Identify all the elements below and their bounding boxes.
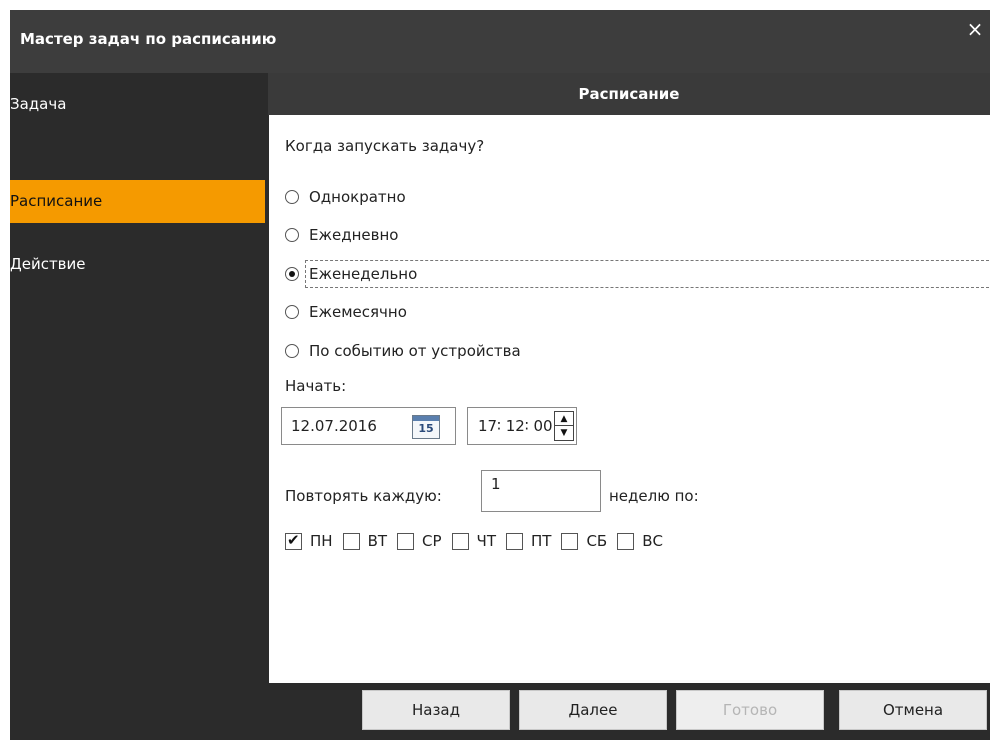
titlebar: Мастер задач по расписанию × bbox=[10, 10, 990, 73]
date-picker[interactable]: 12.07.2016 15 bbox=[281, 407, 456, 445]
calendar-icon-day: 15 bbox=[418, 422, 434, 435]
day-sat-label: СБ bbox=[586, 532, 608, 550]
time-value[interactable]: 17∶ 12∶ 00 bbox=[478, 417, 553, 435]
spin-up-icon[interactable]: ▲ bbox=[555, 412, 573, 426]
radio-daily-label: Ежедневно bbox=[309, 226, 399, 244]
day-mon-label: ПН bbox=[310, 532, 333, 550]
day-wed-label: СР bbox=[422, 532, 442, 550]
day-fri-checkbox[interactable] bbox=[506, 532, 523, 550]
day-sun-checkbox[interactable] bbox=[617, 532, 635, 550]
day-tue-checkbox[interactable] bbox=[342, 532, 360, 550]
day-sat[interactable]: СБ bbox=[561, 532, 607, 550]
radio-once-button[interactable] bbox=[285, 190, 299, 204]
sidebar-item-task[interactable]: Задача bbox=[10, 83, 265, 126]
wizard-window: Мастер задач по расписанию × Задача Расп… bbox=[10, 10, 990, 740]
sidebar-item-schedule[interactable]: Расписание bbox=[10, 180, 265, 223]
back-button[interactable]: Назад bbox=[362, 690, 510, 730]
finish-button[interactable]: Готово bbox=[676, 690, 824, 730]
radio-once[interactable]: Однократно bbox=[285, 185, 406, 209]
repeat-interval-input[interactable] bbox=[481, 470, 601, 512]
day-thu[interactable]: ЧТ bbox=[451, 532, 496, 550]
cancel-button[interactable]: Отмена bbox=[839, 690, 987, 730]
day-wed[interactable]: СР bbox=[397, 532, 442, 550]
radio-monthly-label: Ежемесячно bbox=[309, 303, 407, 321]
radio-weekly-button[interactable] bbox=[285, 267, 299, 281]
repeat-label: Повторять каждую: bbox=[285, 487, 442, 505]
radio-weekly[interactable]: Еженедельно bbox=[285, 262, 417, 286]
radio-daily[interactable]: Ежедневно bbox=[285, 223, 398, 247]
sidebar: Задача Расписание Действие bbox=[10, 73, 268, 740]
radio-monthly-button[interactable] bbox=[285, 305, 299, 319]
day-sat-checkbox[interactable] bbox=[561, 532, 579, 550]
time-spinner[interactable]: ▲ ▼ bbox=[554, 411, 574, 441]
day-sun-label: ВС bbox=[642, 532, 663, 550]
schedule-panel: Когда запускать задачу? Однократно Ежедн… bbox=[269, 115, 990, 683]
radio-weekly-label: Еженедельно bbox=[309, 265, 418, 283]
start-label: Начать: bbox=[285, 377, 347, 395]
day-sun[interactable]: ВС bbox=[617, 532, 663, 550]
radio-device-event-label: По событию от устройства bbox=[309, 342, 521, 360]
day-fri[interactable]: ПТ bbox=[506, 532, 551, 550]
schedule-question: Когда запускать задачу? bbox=[285, 137, 485, 155]
day-tue-label: ВТ bbox=[367, 532, 388, 550]
day-wed-checkbox[interactable] bbox=[397, 532, 415, 550]
radio-monthly[interactable]: Ежемесячно bbox=[285, 300, 407, 324]
date-value[interactable]: 12.07.2016 bbox=[291, 417, 377, 435]
calendar-icon[interactable]: 15 bbox=[412, 415, 440, 439]
weekday-list: ПН ВТ СР ЧТ ПТ СБ ВС bbox=[285, 529, 673, 553]
radio-once-label: Однократно bbox=[309, 188, 406, 206]
window-title: Мастер задач по расписанию bbox=[20, 30, 277, 48]
spin-down-icon[interactable]: ▼ bbox=[555, 426, 573, 440]
next-button[interactable]: Далее bbox=[519, 690, 667, 730]
day-mon[interactable]: ПН bbox=[285, 531, 333, 550]
section-title: Расписание bbox=[268, 73, 990, 115]
day-tue[interactable]: ВТ bbox=[342, 532, 388, 550]
calendar-icon-header bbox=[413, 416, 439, 421]
radio-device-event[interactable]: По событию от устройства bbox=[285, 339, 521, 363]
time-picker[interactable]: 17∶ 12∶ 00 ▲ ▼ bbox=[467, 407, 577, 445]
radio-device-event-button[interactable] bbox=[285, 344, 299, 358]
weeks-label: неделю по: bbox=[609, 487, 699, 505]
day-thu-label: ЧТ bbox=[476, 532, 496, 550]
radio-daily-button[interactable] bbox=[285, 228, 299, 242]
day-thu-checkbox[interactable] bbox=[451, 532, 469, 550]
close-icon[interactable]: × bbox=[964, 18, 986, 40]
day-fri-label: ПТ bbox=[531, 532, 552, 550]
day-mon-checkbox[interactable] bbox=[285, 531, 302, 550]
sidebar-item-action[interactable]: Действие bbox=[10, 243, 265, 286]
